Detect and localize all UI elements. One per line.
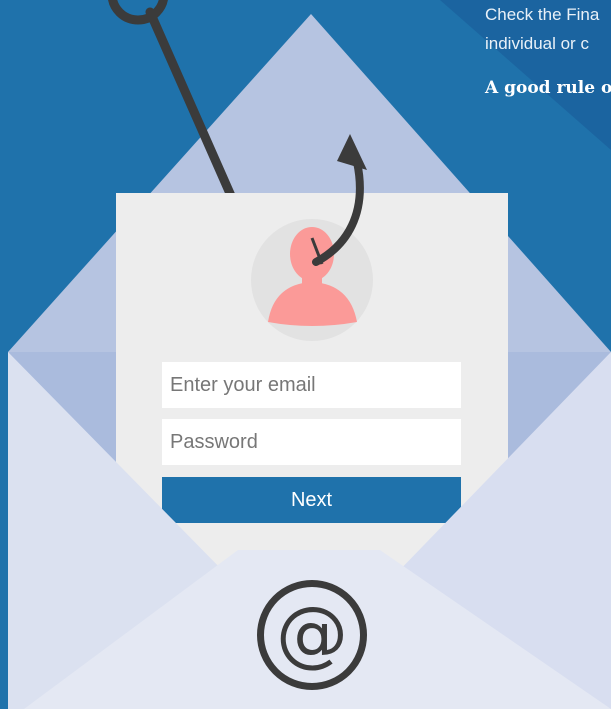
email-input[interactable]: Enter your email — [162, 362, 461, 408]
at-sign-icon: @ — [257, 580, 367, 690]
next-button[interactable]: Next — [162, 477, 461, 523]
password-input[interactable]: Password — [162, 419, 461, 465]
user-avatar-icon — [251, 219, 373, 341]
phishing-illustration: Check the Fina individual or c A good ru… — [0, 0, 611, 709]
